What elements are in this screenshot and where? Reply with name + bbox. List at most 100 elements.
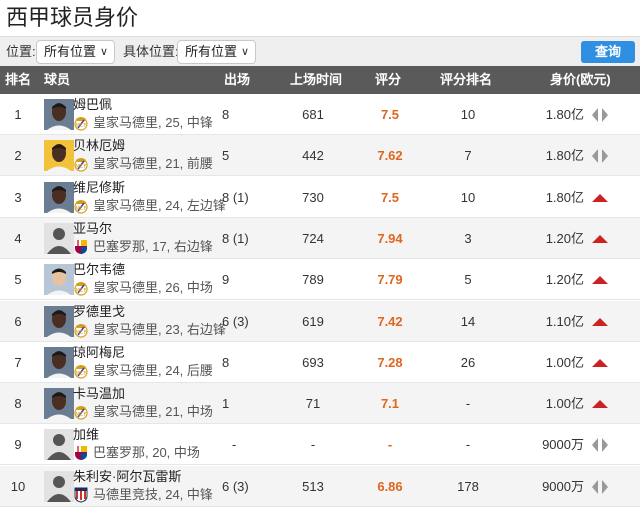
- minutes-cell: 71: [305, 396, 321, 412]
- position-select-value: 所有位置: [44, 44, 97, 59]
- apps-cell: 8 (1): [222, 189, 249, 205]
- club-info: 马德里竞技, 24, 中锋: [93, 486, 213, 502]
- barcelona-badge-icon: [73, 239, 89, 255]
- rating-cell: 7.1: [380, 396, 400, 412]
- column-header-apps[interactable]: 出场: [224, 66, 250, 94]
- player-name-link[interactable]: 琼阿梅尼: [73, 345, 125, 361]
- barcelona-badge-icon: [73, 445, 89, 461]
- minutes-cell: -: [310, 437, 316, 453]
- player-name-link[interactable]: 亚马尔: [73, 221, 112, 237]
- table-row[interactable]: 7 琼阿梅尼 MCF 皇家马德里, 24, 后腰 8 693 7.28 26 1.00亿: [0, 342, 640, 383]
- rating-cell: 7.28: [377, 354, 403, 370]
- player-avatar[interactable]: [44, 429, 74, 461]
- player-avatar[interactable]: [44, 140, 74, 172]
- player-name-link[interactable]: 朱利安·阿尔瓦雷斯: [73, 469, 181, 485]
- table-row[interactable]: 10 朱利安·阿尔瓦雷斯 马德里竞技, 24, 中锋 6 (3) 513 6.86 178 9…: [0, 465, 640, 507]
- real-madrid-badge-icon: MCF: [73, 404, 89, 420]
- rating-rank-cell: -: [465, 437, 471, 453]
- svg-text:MCF: MCF: [76, 412, 87, 418]
- apps-cell: 1: [222, 396, 230, 412]
- rank-cell: 10: [10, 478, 26, 494]
- chevron-down-icon: ∨: [240, 46, 249, 58]
- club-info: 皇家马德里, 21, 中场: [93, 404, 213, 420]
- real-madrid-badge-icon: MCF: [73, 156, 89, 172]
- svg-text:MCF: MCF: [76, 164, 87, 170]
- rating-cell: 7.79: [377, 272, 403, 288]
- position-select[interactable]: 所有位置 ∨: [36, 40, 115, 64]
- value-cell: 9000万: [542, 437, 584, 453]
- apps-cell: 8 (1): [222, 230, 249, 246]
- trend-flat-icon: [590, 148, 610, 164]
- player-avatar[interactable]: [44, 388, 74, 420]
- table-row[interactable]: 9 加维 巴塞罗那, 20, 中场 - - - - 9000万: [0, 424, 640, 466]
- filter-bar: 位置: 所有位置 ∨ 具体位置: 所有位置 ∨ 查询: [0, 36, 640, 66]
- column-header-rank[interactable]: 排名: [5, 66, 31, 94]
- value-cell: 1.00亿: [545, 354, 584, 370]
- table-row[interactable]: 3 维尼修斯 MCF 皇家马德里, 24, 左边锋 8 (1) 730 7.5 10 1.80亿: [0, 177, 640, 218]
- minutes-cell: 730: [302, 189, 324, 205]
- rating-rank-cell: 178: [457, 478, 479, 494]
- specific-position-filter-label: 具体位置:: [123, 44, 179, 59]
- rating-cell: 7.42: [377, 313, 403, 329]
- player-name-link[interactable]: 维尼修斯: [73, 180, 125, 196]
- rating-cell: 6.86: [377, 478, 403, 494]
- table-row[interactable]: 6 罗德里戈 MCF 皇家马德里, 23, 右边锋 6 (3) 619 7.42 14 1.10…: [0, 300, 640, 342]
- player-name-link[interactable]: 巴尔韦德: [73, 262, 125, 278]
- player-avatar[interactable]: [44, 264, 74, 296]
- minutes-cell: 681: [302, 107, 324, 122]
- table-header: 排名 球员 出场 上场时间 评分 评分排名 身价(欧元): [0, 66, 640, 94]
- apps-cell: 8: [222, 107, 230, 122]
- apps-cell: 9: [222, 272, 230, 288]
- column-header-player[interactable]: 球员: [44, 66, 70, 94]
- table-row[interactable]: 8 卡马温加 MCF 皇家马德里, 21, 中场 1 71 7.1 - 1.00亿: [0, 383, 640, 425]
- trend-up-icon: [590, 396, 610, 412]
- specific-position-select[interactable]: 所有位置 ∨: [177, 40, 256, 64]
- real-madrid-badge-icon: MCF: [73, 198, 89, 214]
- rating-rank-cell: 26: [460, 354, 476, 370]
- player-name-link[interactable]: 加维: [73, 427, 99, 443]
- query-button[interactable]: 查询: [581, 41, 635, 63]
- trend-flat-icon: [590, 107, 610, 123]
- player-avatar[interactable]: [44, 99, 74, 130]
- value-cell: 1.20亿: [545, 272, 584, 288]
- real-madrid-badge-icon: MCF: [73, 363, 89, 379]
- rating-rank-cell: 10: [460, 189, 476, 205]
- apps-cell: 5: [222, 148, 230, 164]
- table-row[interactable]: 2 贝林厄姆 MCF 皇家马德里, 21, 前腰 5 442 7.62 7 1.80亿: [0, 135, 640, 177]
- player-avatar[interactable]: [44, 470, 74, 502]
- svg-text:MCF: MCF: [76, 123, 87, 129]
- table-row[interactable]: 4 亚马尔 巴塞罗那, 17, 右边锋 8 (1) 724 7.94 3 1.20亿: [0, 217, 640, 259]
- position-filter-label: 位置:: [6, 44, 36, 59]
- player-name-link[interactable]: 卡马温加: [73, 386, 125, 402]
- player-avatar[interactable]: [44, 181, 74, 213]
- column-header-rating[interactable]: 评分: [375, 66, 401, 94]
- real-madrid-badge-icon: MCF: [73, 322, 89, 338]
- player-avatar[interactable]: [44, 346, 74, 378]
- rating-rank-cell: -: [465, 396, 471, 412]
- page-title: 西甲球员身价: [6, 5, 139, 30]
- rating-cell: 7.62: [377, 148, 403, 164]
- trend-up-icon: [590, 272, 610, 288]
- value-cell: 1.10亿: [545, 313, 584, 329]
- real-madrid-badge-icon: MCF: [73, 280, 89, 296]
- rating-rank-cell: 10: [460, 107, 476, 122]
- minutes-cell: 693: [302, 354, 324, 370]
- column-header-value[interactable]: 身价(欧元): [550, 66, 611, 94]
- rating-cell: 7.5: [380, 189, 400, 205]
- player-name-link[interactable]: 贝林厄姆: [73, 138, 125, 154]
- table-row[interactable]: 1 姆巴佩 MCF 皇家马德里, 25, 中锋 8 681 7.5 10 1.80亿: [0, 94, 640, 135]
- trend-flat-icon: [590, 437, 610, 453]
- trend-flat-icon: [590, 479, 610, 495]
- svg-text:MCF: MCF: [76, 371, 87, 377]
- rating-cell: 7.5: [380, 107, 400, 122]
- player-avatar[interactable]: [44, 222, 74, 254]
- column-header-minutes[interactable]: 上场时间: [290, 66, 342, 94]
- rating-cell: 7.94: [377, 230, 403, 246]
- player-name-link[interactable]: 罗德里戈: [73, 304, 125, 320]
- table-row[interactable]: 5 巴尔韦德 MCF 皇家马德里, 26, 中场 9 789 7.79 5 1.20亿: [0, 259, 640, 301]
- column-header-rating-rank[interactable]: 评分排名: [440, 66, 492, 94]
- minutes-cell: 789: [302, 272, 324, 288]
- club-info: 皇家马德里, 24, 左边锋: [93, 197, 226, 213]
- player-name-link[interactable]: 姆巴佩: [73, 97, 112, 113]
- player-avatar[interactable]: [44, 305, 74, 337]
